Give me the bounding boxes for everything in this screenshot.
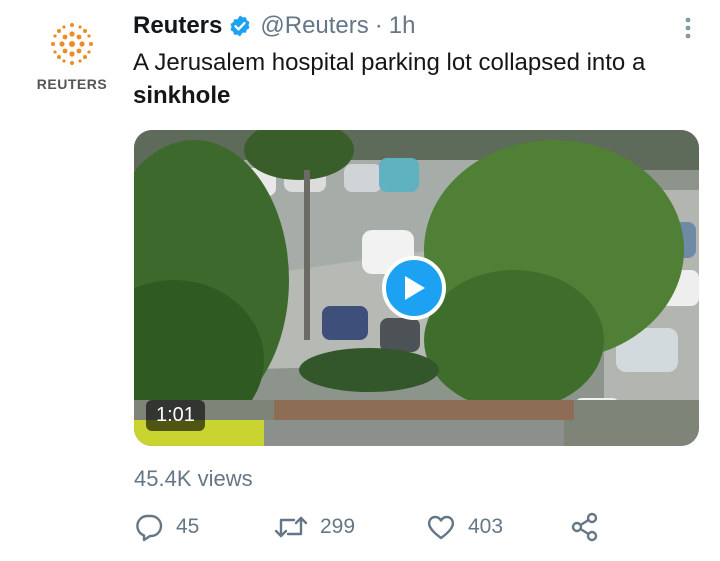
like-button[interactable]: 403 [426, 512, 503, 542]
tweet-time[interactable]: 1h [389, 12, 416, 40]
tweet-text-main: A Jerusalem hospital parking lot collaps… [133, 49, 646, 76]
like-count: 403 [468, 515, 504, 538]
video-duration: 1:01 [146, 400, 205, 431]
tweet-text-bold: sinkhole [133, 82, 231, 109]
reuters-avatar[interactable]: REUTERS [24, 20, 120, 100]
tweet-actions: 45 299 403 [134, 512, 614, 548]
author-name[interactable]: Reuters [133, 12, 222, 40]
retweet-count: 299 [320, 515, 356, 538]
reply-button[interactable]: 45 [134, 512, 199, 542]
video-player[interactable]: 1:01 [134, 130, 699, 446]
tweet-header: Reuters @Reuters · 1h [133, 10, 415, 42]
tweet-text: A Jerusalem hospital parking lot collaps… [133, 46, 693, 112]
separator-dot: · [374, 12, 383, 39]
play-button[interactable] [382, 256, 446, 320]
more-vertical-icon[interactable] [684, 16, 692, 40]
reply-count: 45 [176, 515, 200, 538]
play-icon [405, 276, 425, 300]
verified-badge-icon [230, 15, 250, 37]
heart-icon [427, 515, 455, 540]
share-icon [571, 512, 598, 542]
author-handle[interactable]: @Reuters [260, 12, 368, 40]
avatar-label: REUTERS [36, 76, 108, 92]
share-button[interactable] [570, 512, 612, 542]
retweet-button[interactable]: 299 [274, 512, 355, 542]
reuters-logo-icon [51, 23, 93, 65]
view-count: 45.4K views [134, 466, 253, 491]
retweet-icon [274, 516, 308, 538]
reply-icon [136, 514, 163, 542]
